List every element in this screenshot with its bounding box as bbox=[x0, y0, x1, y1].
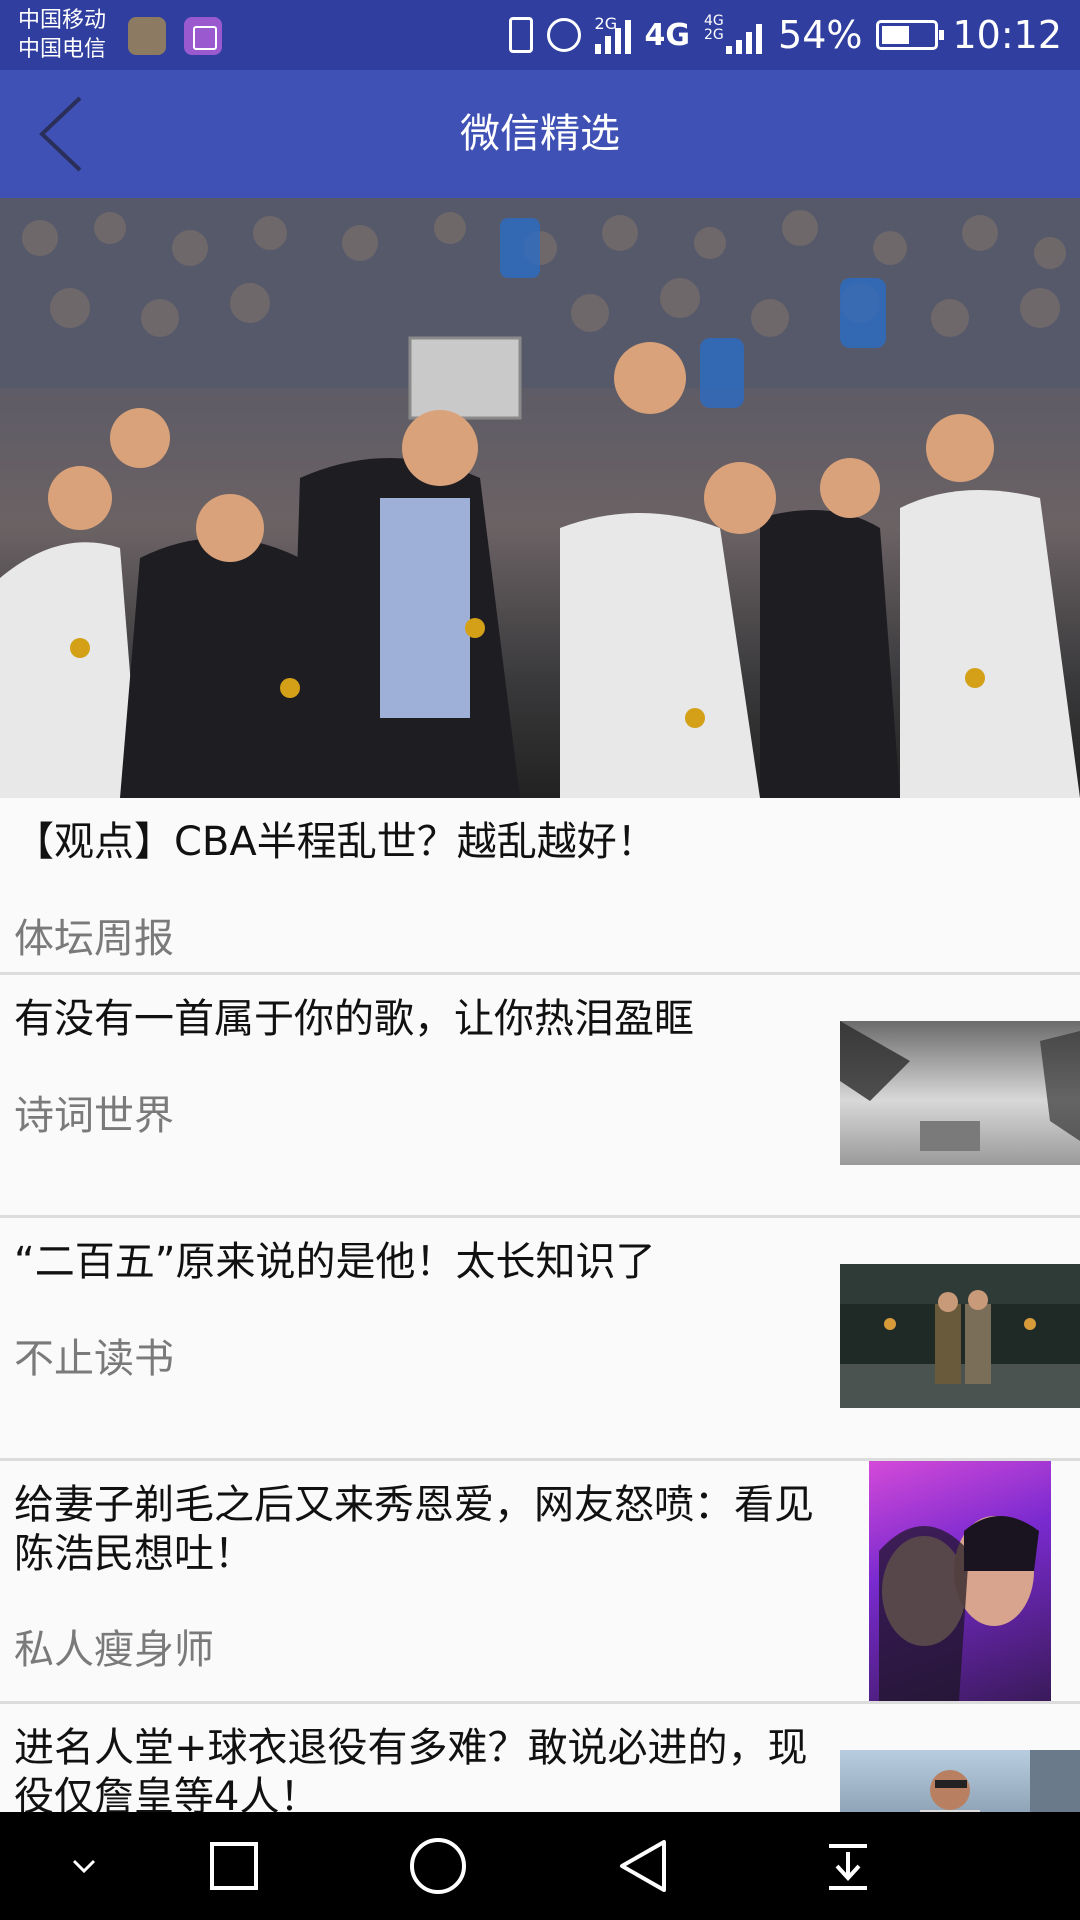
article-thumbnail bbox=[840, 1264, 1080, 1408]
article-thumbnail bbox=[840, 1021, 1080, 1165]
article-thumbnail bbox=[869, 1461, 1051, 1701]
status-icons: 2G 4G 4G 2G 54% 10:12 bbox=[508, 0, 1062, 70]
article-list: 【观点】CBA半程乱世？越乱越好！ 体坛周报 有没有一首属于你的歌，让你热泪盈眶… bbox=[0, 798, 1080, 1844]
list-item[interactable]: 给妻子剃毛之后又来秀恩爱，网友怒喷：看见陈浩民想吐！ 私人瘦身师 bbox=[0, 1461, 1080, 1704]
carrier-1: 中国移动 bbox=[18, 8, 107, 33]
hero-image[interactable] bbox=[0, 198, 1080, 798]
signal-icon: 2G bbox=[594, 14, 631, 54]
list-item[interactable]: “二百五”原来说的是他！太长知识了 不止读书 bbox=[0, 1218, 1080, 1461]
network-2g-label: 2G bbox=[594, 14, 618, 33]
battery-percent: 54% bbox=[778, 13, 863, 57]
back-icon[interactable] bbox=[590, 1812, 698, 1920]
thumbnail-illustration bbox=[879, 1516, 1039, 1701]
chevron-down-icon[interactable] bbox=[30, 1812, 138, 1920]
network-4g-2g-label: 4G 2G bbox=[704, 13, 724, 43]
article-source: 诗词世界 bbox=[14, 1093, 174, 1139]
page-title: 微信精选 bbox=[460, 111, 620, 157]
article-source: 不止读书 bbox=[14, 1336, 174, 1382]
celebration-photo bbox=[0, 198, 1080, 798]
carrier-2: 中国电信 bbox=[18, 37, 107, 62]
navigation-bar bbox=[0, 1812, 1080, 1920]
recents-icon[interactable] bbox=[180, 1812, 288, 1920]
article-source: 体坛周报 bbox=[14, 916, 174, 962]
signal-icon-2: 4G 2G bbox=[704, 13, 764, 54]
article-title: 给妻子剃毛之后又来秀恩爱，网友怒喷：看见陈浩民想吐！ bbox=[14, 1482, 814, 1577]
alarm-icon bbox=[546, 18, 581, 52]
carrier-names: 中国移动 中国电信 bbox=[18, 6, 106, 64]
thumbnail-illustration bbox=[840, 1264, 1080, 1408]
home-icon[interactable] bbox=[384, 1812, 492, 1920]
battery-level bbox=[882, 26, 910, 44]
network-4g-label: 4G bbox=[644, 17, 691, 53]
vibrate-icon bbox=[508, 17, 533, 53]
clock: 10:12 bbox=[952, 13, 1062, 57]
app-notification-icon bbox=[128, 17, 166, 55]
list-item[interactable]: 有没有一首属于你的歌，让你热泪盈眶 诗词世界 bbox=[0, 975, 1080, 1218]
battery-icon bbox=[876, 20, 945, 50]
article-title: 有没有一首属于你的歌，让你热泪盈眶 bbox=[14, 996, 694, 1042]
thumbnail-illustration bbox=[840, 1021, 1080, 1151]
list-item[interactable]: 【观点】CBA半程乱世？越乱越好！ 体坛周报 bbox=[0, 798, 1080, 975]
gallery-notification-icon bbox=[184, 17, 222, 55]
article-source: 私人瘦身师 bbox=[14, 1627, 214, 1673]
article-title: 进名人堂+球衣退役有多难？敢说必进的，现役仅詹皇等4人！ bbox=[14, 1725, 808, 1820]
article-title: 【观点】CBA半程乱世？越乱越好！ bbox=[14, 819, 657, 865]
notification-pull-icon[interactable] bbox=[794, 1812, 902, 1920]
app-bar: 微信精选 bbox=[0, 70, 1080, 198]
status-bar: 中国移动 中国电信 2G 4G 4G 2G 54% 10:12 bbox=[0, 0, 1080, 70]
article-title: “二百五”原来说的是他！太长知识了 bbox=[14, 1239, 656, 1285]
